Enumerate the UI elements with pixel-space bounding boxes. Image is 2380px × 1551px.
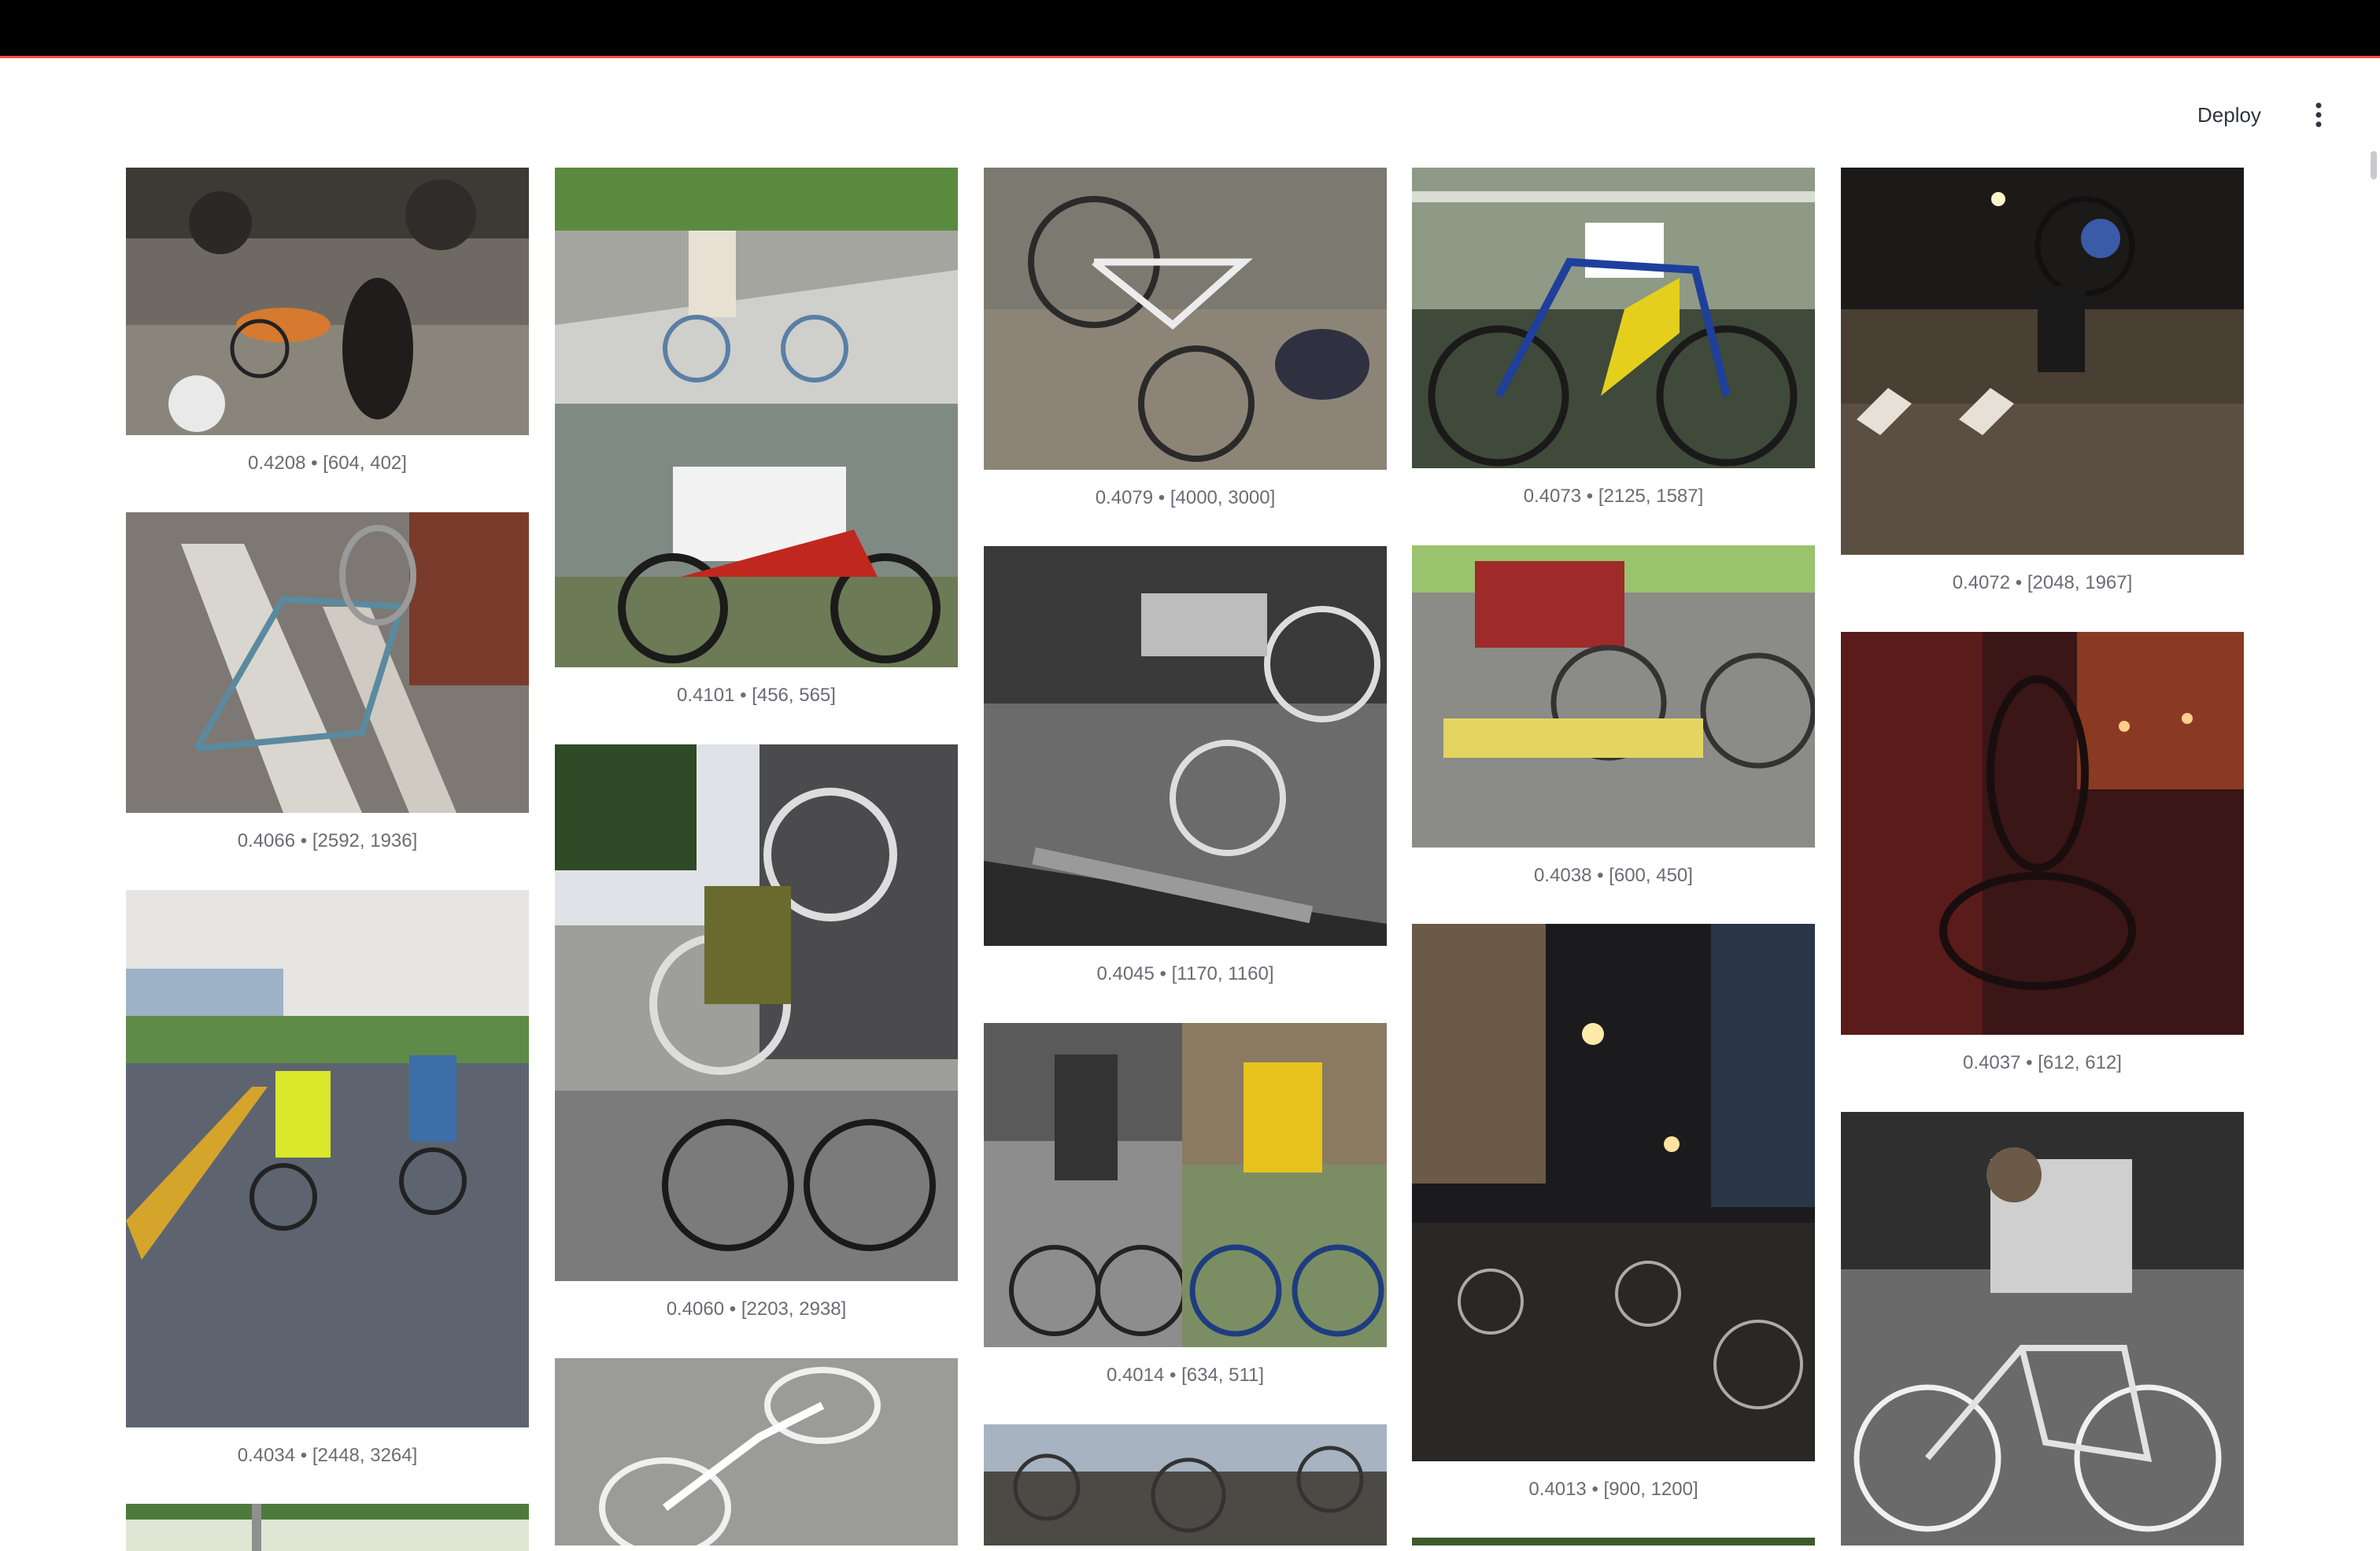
outdoor-photo[interactable]	[126, 1504, 529, 1551]
image-caption: 0.4208 • [604, 402]	[248, 452, 407, 474]
image-caption: 0.4073 • [2125, 1587]	[1523, 486, 1704, 507]
bike-crash-photo[interactable]	[126, 168, 529, 435]
image-caption: 0.4066 • [2592, 1936]	[237, 830, 418, 851]
then-and-now-cyclists-photo[interactable]	[984, 1023, 1387, 1347]
image-caption: 0.4038 • [600, 450]	[1534, 865, 1693, 886]
fallen-white-bike-photo[interactable]	[555, 1358, 958, 1545]
image-caption: 0.4060 • [2203, 2938]	[666, 1298, 847, 1320]
bike-rack-night-photo[interactable]	[1841, 632, 2244, 1035]
night-wheelie-photo[interactable]	[1841, 168, 2244, 555]
bike-on-ground-photo[interactable]	[984, 168, 1387, 470]
locked-bike-frame-photo[interactable]	[126, 512, 529, 813]
image-caption: 0.4014 • [634, 511]	[1106, 1365, 1265, 1386]
mountain-biker-bw-photo[interactable]	[984, 546, 1387, 946]
person-carrying-bike-photo[interactable]	[555, 744, 958, 1281]
track-cyclist-bw-photo[interactable]	[1841, 1112, 2244, 1545]
night-ride-street-photo[interactable]	[1412, 924, 1815, 1461]
cyclist-on-pavement-photo[interactable]	[1412, 545, 1815, 848]
cyclists-high-five-photo[interactable]	[126, 890, 529, 1427]
image-caption: 0.4034 • [2448, 3264]	[237, 1445, 418, 1466]
image-caption: 0.4101 • [456, 565]	[677, 685, 836, 706]
image-caption: 0.4013 • [900, 1200]	[1528, 1479, 1698, 1500]
image-caption: 0.4079 • [4000, 3000]	[1095, 487, 1276, 508]
locked-blue-bike-photo[interactable]	[1412, 168, 1815, 468]
image-caption: 0.4037 • [612, 612]	[1963, 1052, 2122, 1073]
image-gallery: 0.4208 • [604, 402] 0.4066 • [2592, 1936…	[0, 0, 2380, 1551]
image-caption: 0.4045 • [1170, 1160]	[1096, 963, 1274, 984]
outdoor-photo[interactable]	[1412, 1538, 1815, 1545]
image-caption: 0.4072 • [2048, 1967]	[1952, 572, 2133, 593]
bike-pile-photo[interactable]	[984, 1424, 1387, 1545]
cyclist-and-racer-photo[interactable]	[555, 168, 958, 667]
